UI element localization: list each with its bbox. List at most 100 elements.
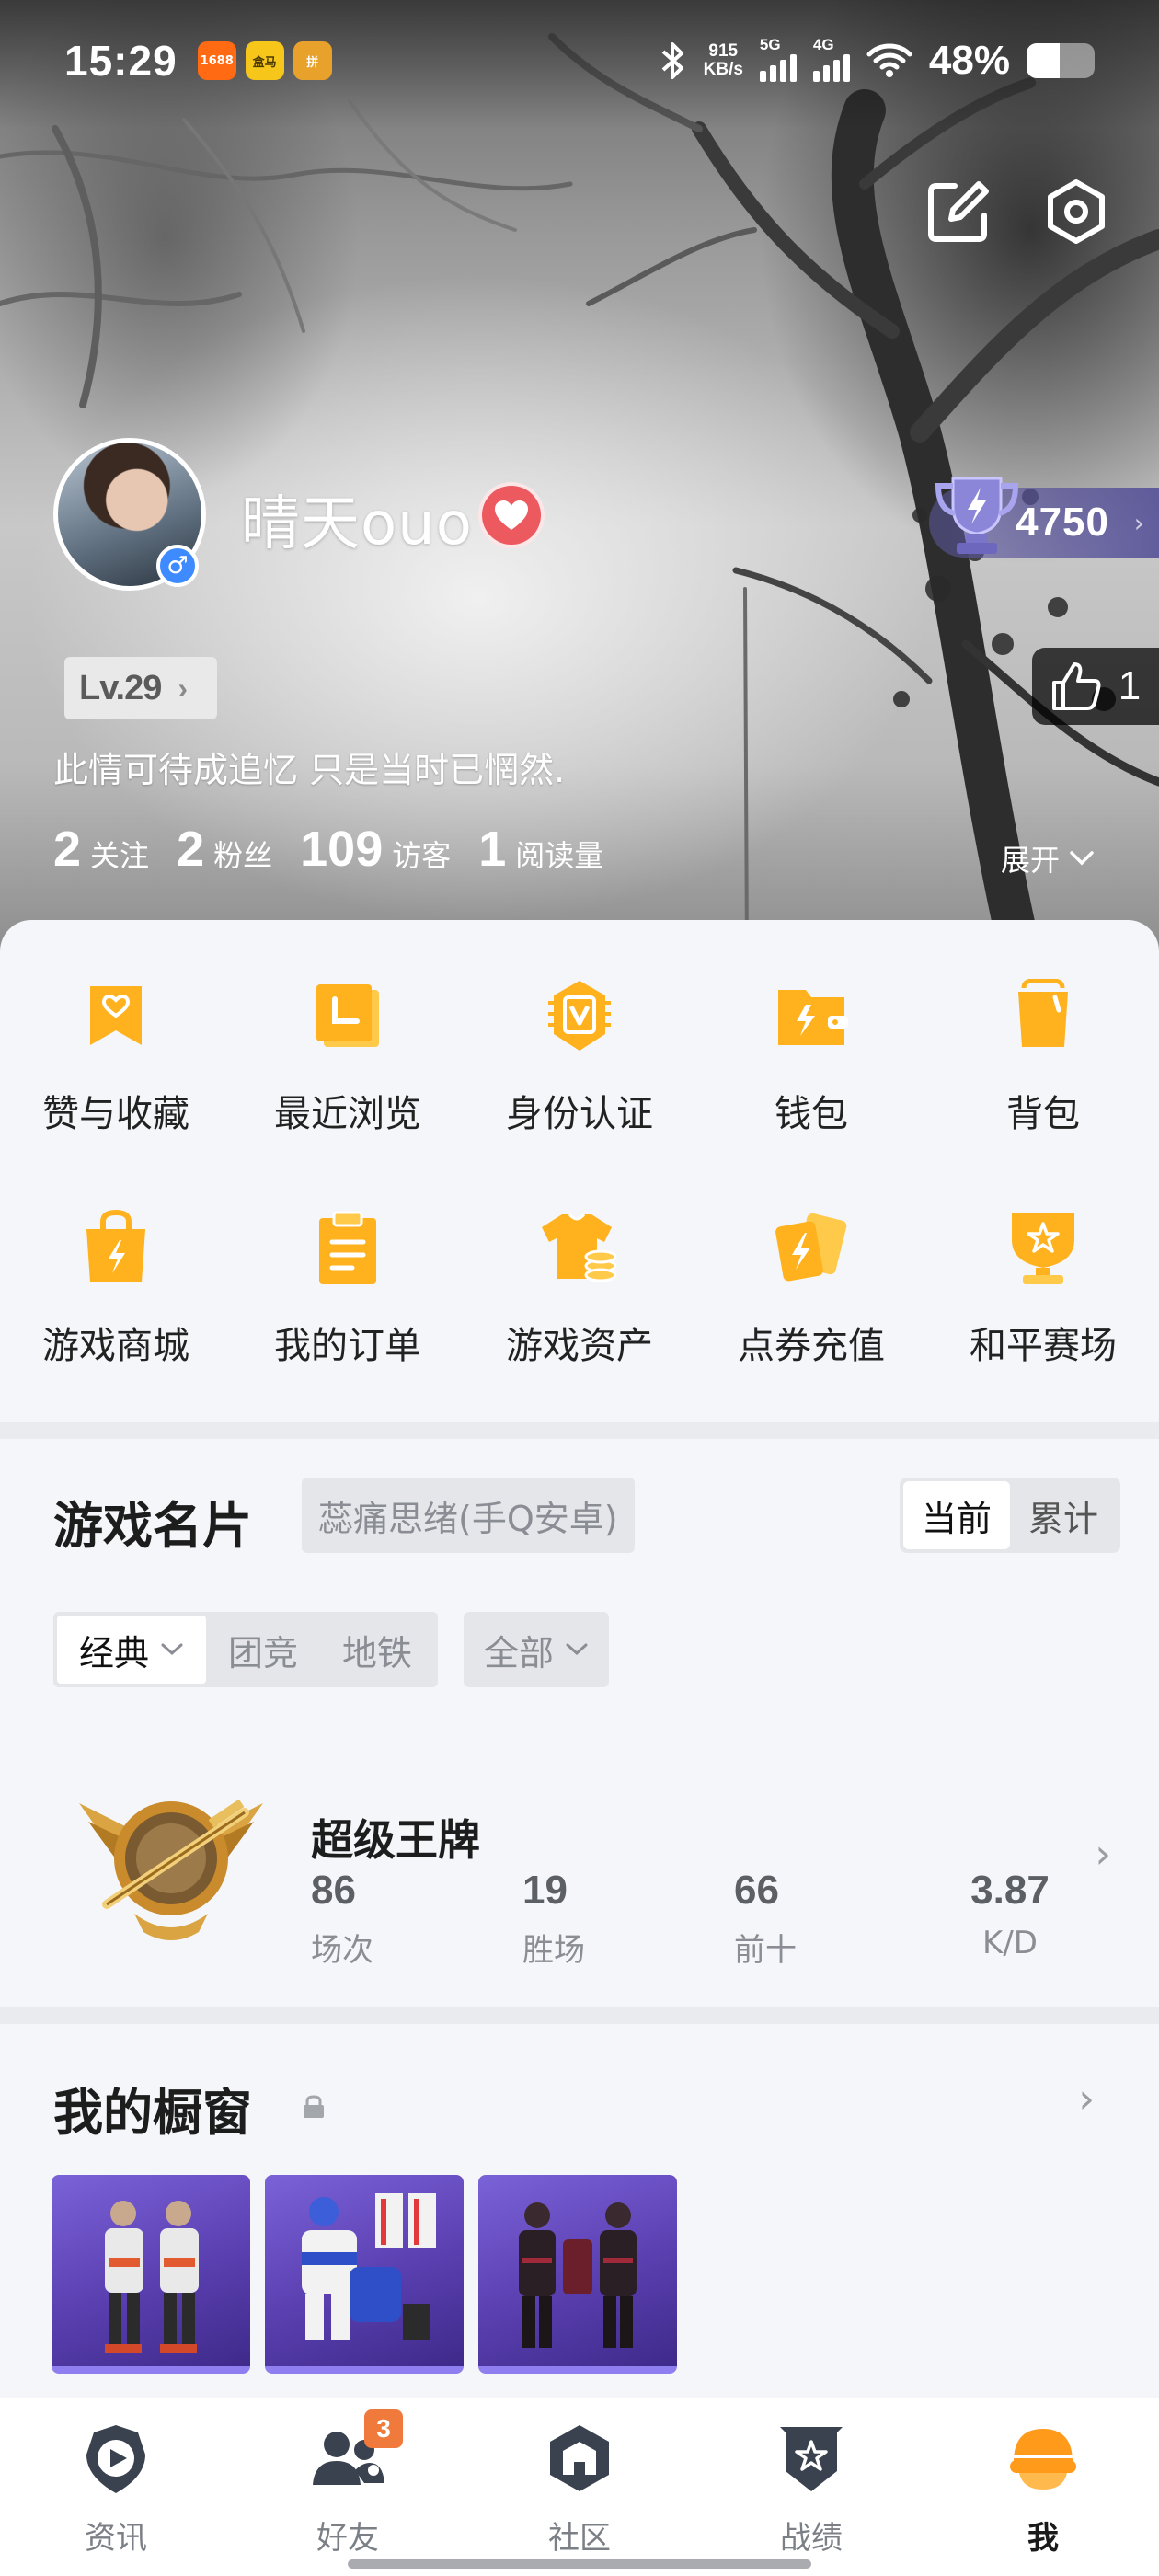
stat-reads[interactable]: 1 阅读量 (478, 821, 603, 878)
menu-backpack[interactable]: 背包 (927, 970, 1159, 1137)
helmet-me-icon (1010, 2429, 1076, 2490)
mode-classic-dropdown[interactable]: 经典 (57, 1616, 207, 1684)
network-speed: 915 KB/s (703, 41, 743, 79)
profile-stats: 2 关注 2 粉丝 109 访客 1 阅读量 (53, 821, 603, 878)
server-selector[interactable]: 蕊痛思绪(手Q安卓) (302, 1478, 635, 1553)
period-toggle: 当前 累计 (900, 1478, 1120, 1553)
trophy-star-icon (1012, 1213, 1074, 1284)
thumbs-up-icon (1051, 662, 1101, 710)
section-divider (0, 1422, 1159, 1439)
expand-profile-button[interactable]: 展开 (1001, 837, 1095, 880)
tab-records[interactable]: 战绩 (695, 2398, 927, 2576)
stat-top10: 66 前十 (734, 1868, 797, 1969)
showcase-item-outfit-2[interactable] (265, 2175, 464, 2374)
stat-kd: 3.87 K/D (970, 1868, 1050, 1961)
app-1688-icon: 1688 (197, 41, 236, 80)
stat-matches: 86 场次 (311, 1868, 373, 1969)
edit-profile-button[interactable] (922, 175, 995, 248)
filter-all-dropdown[interactable]: 全部 (464, 1612, 610, 1687)
stat-wins: 19 胜场 (522, 1868, 585, 1969)
menu-my-orders[interactable]: 我的订单 (232, 1202, 464, 1369)
community-hex-icon (550, 2425, 609, 2491)
tab-friends[interactable]: 3 好友 (232, 2398, 464, 2576)
tab-me[interactable]: 我 (927, 2398, 1159, 2576)
tab-news[interactable]: 资讯 (0, 2398, 232, 2576)
trophy-icon (935, 477, 1019, 554)
mode-metro-tab[interactable]: 地铁 (320, 1616, 434, 1684)
clock: 15:29 (64, 37, 178, 85)
level-label: Lv.29 (79, 668, 162, 707)
backpack-icon (1018, 979, 1068, 1047)
chevron-right-icon: › (178, 671, 189, 705)
rank-summary-row[interactable]: 超级王牌 86 场次 19 胜场 66 前十 3.87 K/D › (53, 1766, 1111, 1969)
lock-icon (304, 2095, 324, 2118)
mode-filters: 经典 团竞 地铁 全部 (53, 1612, 610, 1687)
like-count: 1 (1118, 663, 1142, 708)
shopping-bag-icon (86, 1209, 145, 1282)
tab-community[interactable]: 社区 (464, 2398, 695, 2576)
showcase-item-outfit-1[interactable] (52, 2175, 250, 2374)
heart-bookmark-icon (90, 986, 142, 1045)
profile-bio: 此情可待成追忆 只是当时已惘然. (53, 750, 566, 790)
showcase-section: 我的橱窗 › (0, 2024, 1159, 2401)
menu-likes-favorites[interactable]: 赞与收藏 (0, 970, 232, 1137)
menu-game-store[interactable]: 游戏商城 (0, 1202, 232, 1369)
bluetooth-icon (661, 42, 683, 79)
menu-identity-verify[interactable]: 身份认证 (464, 970, 695, 1137)
menu-recent-browse[interactable]: 最近浏览 (232, 970, 464, 1137)
heart-badge-icon[interactable] (478, 482, 545, 548)
bottom-tab-bar: 资讯 3 好友 社区 战绩 我 (0, 2398, 1159, 2576)
rank-tier-name: 超级王牌 (311, 1815, 480, 1865)
showcase-item-outfit-3[interactable] (478, 2175, 677, 2374)
rank-stats: 86 场次 19 胜场 66 前十 3.87 K/D (311, 1868, 1074, 1970)
section-divider (0, 2007, 1159, 2024)
notification-app-icons: 1688 盒马 拼 (197, 41, 332, 80)
chevron-down-icon (161, 1643, 183, 1656)
clipboard-icon (319, 1211, 376, 1284)
chevron-down-icon (566, 1643, 588, 1656)
menu-peace-arena[interactable]: 和平赛场 (927, 1202, 1159, 1369)
stat-following[interactable]: 2 关注 (53, 821, 149, 878)
wallet-icon (778, 990, 848, 1045)
stat-visitors[interactable]: 109 访客 (300, 821, 451, 878)
showcase-title: 我的橱窗 (53, 2084, 252, 2142)
showcase-items (52, 2175, 677, 2374)
app-pin-icon: 拼 (293, 41, 332, 80)
signal-4g-icon: 4G (812, 36, 850, 82)
record-shield-icon (780, 2427, 843, 2491)
quick-menu-card: 赞与收藏 最近浏览 身份认证 钱包 背包 游戏商城 我的订单 游戏资产 点券充值… (0, 920, 1159, 1422)
menu-game-assets[interactable]: 游戏资产 (464, 1202, 695, 1369)
cards-bolt-icon (775, 1213, 847, 1282)
period-total-tab[interactable]: 累计 (1010, 1481, 1117, 1549)
game-card-title: 游戏名片 (53, 1497, 252, 1555)
menu-wallet[interactable]: 钱包 (695, 970, 927, 1137)
signal-5g-icon: 5G (759, 36, 797, 82)
system-status-bar: 15:29 1688 盒马 拼 915 KB/s 5G 4G 48% (0, 0, 1159, 121)
rank-ace-badge-icon (79, 1799, 263, 1940)
stat-followers[interactable]: 2 粉丝 (177, 821, 272, 878)
outfit-2-image (302, 2193, 436, 2340)
like-button[interactable]: 1 (1032, 648, 1159, 725)
wifi-icon (866, 43, 912, 77)
outfit-1-image (105, 2201, 199, 2353)
home-indicator (348, 2559, 811, 2569)
battery-icon (1027, 43, 1095, 78)
app-hema-icon: 盒马 (245, 41, 284, 80)
menu-points-recharge[interactable]: 点券充值 (695, 1202, 927, 1369)
history-folder-icon (316, 984, 379, 1047)
chevron-right-icon: › (1133, 508, 1144, 538)
period-current-tab[interactable]: 当前 (903, 1481, 1010, 1549)
news-play-icon (86, 2425, 145, 2493)
settings-button[interactable] (1039, 175, 1113, 248)
outfit-3-image (519, 2202, 637, 2348)
gear-icon (1048, 179, 1105, 244)
level-button[interactable]: Lv.29 › (64, 657, 217, 719)
quick-menu-grid: 赞与收藏 最近浏览 身份认证 钱包 背包 游戏商城 我的订单 游戏资产 点券充值… (0, 970, 1159, 1369)
username: 晴天ouo (241, 490, 473, 558)
tshirt-coins-icon (542, 1213, 617, 1282)
mode-team-tab[interactable]: 团竞 (206, 1616, 320, 1684)
showcase-more-button[interactable]: › (1078, 2076, 1095, 2122)
edit-icon (928, 181, 989, 242)
gender-male-icon: ♂ (156, 545, 199, 587)
game-card-section: 游戏名片 蕊痛思绪(手Q安卓) 当前 累计 经典 团竞 地铁 全部 超级王牌 8… (0, 1439, 1159, 2007)
